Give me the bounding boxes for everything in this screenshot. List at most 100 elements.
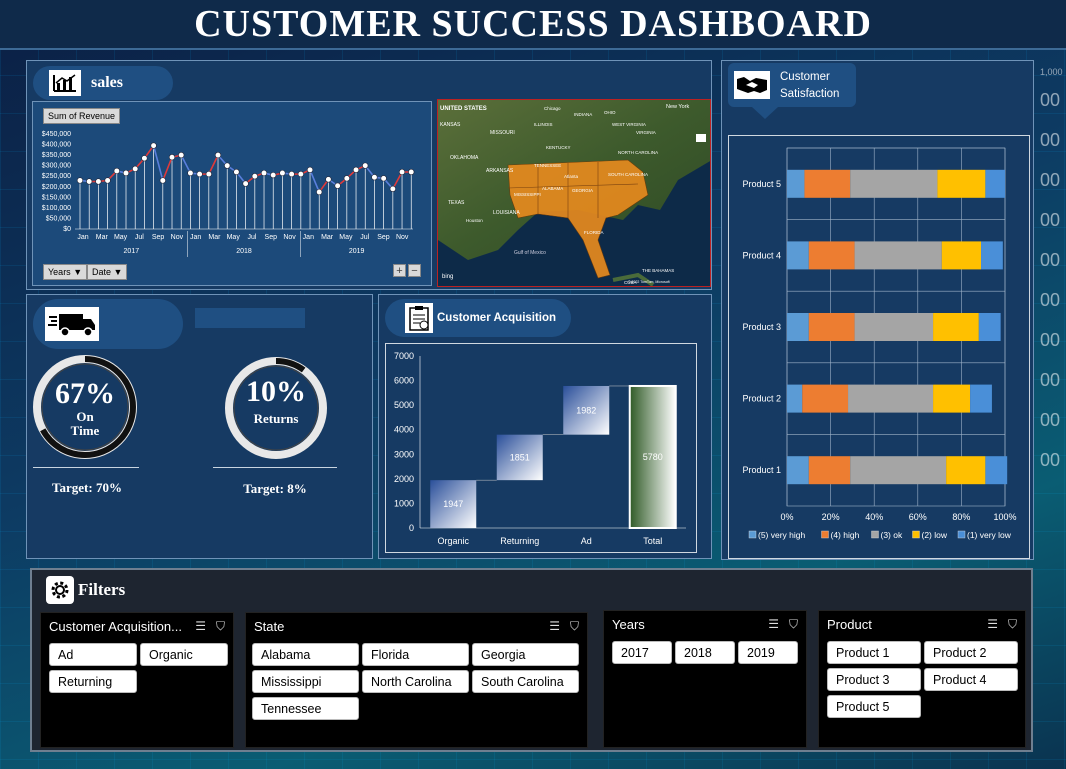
- delivery-truck-icon: [45, 307, 99, 341]
- clear-filter-icon[interactable]: ⛉: [570, 619, 579, 634]
- data-point: [122, 169, 130, 177]
- delivery-panel: 67% On Time Target: 70% 10% Returns Targ…: [26, 294, 373, 559]
- data-point: [159, 177, 166, 184]
- y-tick-label: 2000: [394, 474, 414, 484]
- slicer-item[interactable]: Tennessee: [252, 697, 359, 720]
- x-tick-label: 60%: [909, 512, 927, 522]
- y-tick-label: 5000: [394, 400, 414, 410]
- data-point: [334, 182, 341, 189]
- returns-percent: 10%: [246, 375, 306, 408]
- data-point: [343, 175, 350, 182]
- callout-pointer: [752, 107, 778, 119]
- chart-icon: [49, 70, 81, 96]
- data-point: [242, 180, 249, 187]
- stacked-segment: [787, 313, 809, 341]
- sales-chart: Sum of Revenue $450,000 $400,000 $350,000 $…: [32, 101, 432, 286]
- y-tick-label: $250,000: [42, 173, 71, 180]
- slicer-item[interactable]: Alabama: [252, 643, 359, 666]
- years-filter-button[interactable]: Years ▼: [43, 264, 88, 280]
- legend-swatch: [957, 530, 966, 539]
- stacked-segment: [802, 384, 849, 413]
- years-filter-label: Years: [48, 267, 71, 277]
- data-point: [168, 154, 176, 161]
- clear-filter-icon[interactable]: ⛉: [789, 617, 798, 632]
- multi-select-icon[interactable]: ☰: [987, 617, 998, 632]
- y-tick-label: 3000: [394, 449, 414, 459]
- collapse-button[interactable]: −: [408, 264, 421, 277]
- satisfaction-panel: Customer Satisfaction 0% 20% 40% 60% 80% 100%…: [721, 60, 1034, 560]
- sales-line-chart: $450,000 $400,000 $350,000 $300,000 $250,000…: [42, 131, 415, 257]
- slicer-item[interactable]: Organic: [140, 643, 228, 666]
- y-tick-label: 6000: [394, 376, 414, 386]
- slicer-item[interactable]: Florida: [362, 643, 469, 666]
- category-label: Organic: [437, 536, 469, 546]
- expand-button[interactable]: +: [393, 264, 406, 277]
- clear-filter-icon[interactable]: ⛉: [216, 619, 225, 634]
- map-label: ARKANSAS: [486, 168, 514, 174]
- y-tick-label: $350,000: [42, 152, 71, 159]
- returns-label: Returns: [253, 411, 299, 426]
- stacked-segment: [978, 313, 1001, 341]
- slicer-item[interactable]: 2019: [738, 641, 798, 664]
- legend-label: (3) ok: [881, 530, 903, 540]
- slicer-item[interactable]: Returning: [49, 670, 137, 693]
- slicer-item[interactable]: Product 1: [827, 641, 921, 664]
- sales-map[interactable]: UNITED STATES KANSAS OKLAHOMA TEXAS ARKA…: [437, 99, 711, 287]
- slicer-item[interactable]: Mississippi: [252, 670, 359, 693]
- data-point: [113, 167, 120, 175]
- map-label: OKLAHOMA: [450, 155, 479, 161]
- legend-label: (2) low: [922, 530, 948, 540]
- map-label: OHIO: [604, 110, 616, 115]
- month-label: Jan: [190, 234, 201, 241]
- data-point: [352, 166, 360, 173]
- map-expand-icon[interactable]: [696, 134, 706, 142]
- multi-select-icon[interactable]: ☰: [768, 617, 779, 632]
- month-label: Mar: [321, 234, 334, 241]
- data-point: [371, 174, 378, 181]
- date-filter-button[interactable]: Date ▼: [87, 264, 128, 280]
- slicer-item[interactable]: Product 3: [827, 668, 921, 691]
- line-segment: [309, 169, 320, 193]
- satisfaction-bar-chart: 0% 20% 40% 60% 80% 100% Product 5 Product 4 Prod…: [742, 147, 1017, 540]
- bg-number: 00: [1040, 250, 1061, 270]
- map-label: VIRGINIA: [636, 130, 656, 135]
- stacked-segment: [933, 384, 971, 413]
- bg-number: 00: [1040, 370, 1061, 390]
- slicer-item[interactable]: Product 2: [924, 641, 1018, 664]
- x-tick-label: 100%: [993, 512, 1016, 522]
- y-tick-label: $450,000: [42, 131, 71, 138]
- stacked-segment: [985, 169, 1005, 198]
- slicer-item[interactable]: Product 5: [827, 695, 921, 718]
- stacked-segment: [808, 241, 855, 270]
- slicer-item[interactable]: North Carolina: [362, 670, 469, 693]
- y-tick-label: $100,000: [42, 205, 71, 212]
- multi-select-icon[interactable]: ☰: [549, 619, 560, 634]
- year-label: 2017: [124, 248, 140, 255]
- slicer-item[interactable]: Product 4: [924, 668, 1018, 691]
- data-point: [224, 162, 231, 169]
- dropdown-icon: ▼: [73, 267, 83, 277]
- y-tick-label: 4000: [394, 425, 414, 435]
- data-point: [279, 169, 286, 177]
- divider: [33, 467, 139, 468]
- multi-select-icon[interactable]: ☰: [195, 619, 206, 634]
- slicer-item[interactable]: South Carolina: [472, 670, 579, 693]
- slicer-title: Customer Acquisition...: [49, 618, 182, 634]
- legend-label: (5) very high: [758, 530, 806, 540]
- slicer-item[interactable]: 2017: [612, 641, 672, 664]
- returns-target: Target: 8%: [243, 481, 307, 496]
- slicer-item[interactable]: Georgia: [472, 643, 579, 666]
- clear-filter-icon[interactable]: ⛉: [1008, 617, 1017, 632]
- line-segment: [152, 145, 164, 181]
- y-tick-label: $300,000: [42, 163, 71, 170]
- acquisition-chart: 0 1000 2000 3000 4000 5000 6000 7000 1947 Organic…: [385, 343, 697, 553]
- sales-label: sales: [91, 74, 123, 91]
- data-point: [196, 171, 203, 178]
- category-label: Total: [643, 536, 662, 546]
- sum-of-revenue-button[interactable]: Sum of Revenue: [43, 108, 121, 124]
- slicer-item[interactable]: Ad: [49, 643, 137, 666]
- x-tick-label: 0%: [780, 512, 793, 522]
- data-point: [297, 171, 304, 178]
- slicer-item[interactable]: 2018: [675, 641, 735, 664]
- data-point: [233, 168, 240, 176]
